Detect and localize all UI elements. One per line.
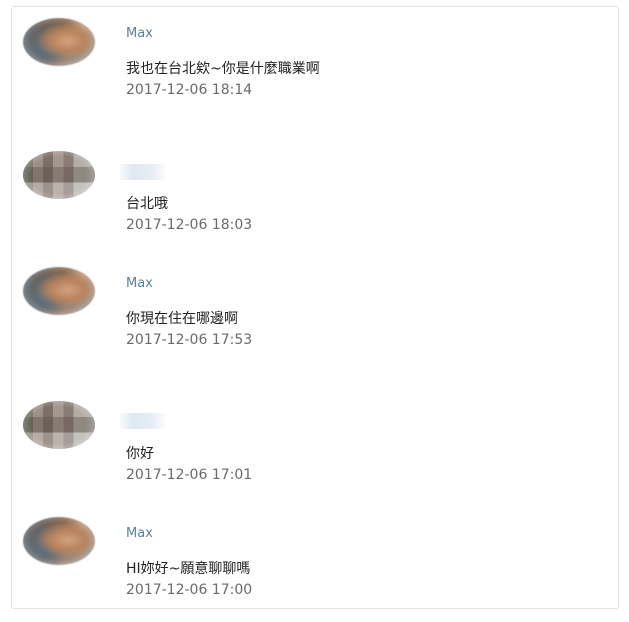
sender-name-redacted — [120, 164, 165, 180]
sender-name-redacted — [120, 413, 165, 429]
message-text: 台北哦 — [126, 196, 168, 212]
avatar[interactable] — [23, 517, 95, 565]
sender-name[interactable]: Max — [126, 276, 153, 291]
avatar[interactable] — [23, 267, 95, 315]
message-timestamp: 2017-12-06 18:14 — [126, 82, 253, 98]
message-item: 你好 2017-12-06 17:01 — [12, 392, 618, 502]
message-timestamp: 2017-12-06 17:00 — [126, 582, 253, 598]
message-item: 台北哦 2017-12-06 18:03 — [12, 142, 618, 252]
message-text: 我也在台北欸~你是什麼職業啊 — [126, 61, 320, 77]
sender-name[interactable]: Max — [126, 26, 153, 41]
message-item: Max 你現在住在哪邊啊 2017-12-06 17:53 — [12, 257, 618, 367]
message-text: HI妳好~願意聊聊嗎 — [126, 561, 251, 577]
avatar[interactable] — [23, 151, 95, 199]
message-item: Max HI妳好~願意聊聊嗎 2017-12-06 17:00 — [12, 507, 618, 617]
message-text: 你現在住在哪邊啊 — [126, 311, 238, 327]
avatar[interactable] — [23, 401, 95, 449]
message-timestamp: 2017-12-06 17:53 — [126, 332, 253, 348]
message-text: 你好 — [126, 446, 154, 462]
message-list: Max 我也在台北欸~你是什麼職業啊 2017-12-06 18:14 台北哦 … — [11, 6, 619, 609]
message-timestamp: 2017-12-06 17:01 — [126, 467, 253, 483]
message-item: Max 我也在台北欸~你是什麼職業啊 2017-12-06 18:14 — [12, 7, 618, 117]
sender-name[interactable]: Max — [126, 526, 153, 541]
message-timestamp: 2017-12-06 18:03 — [126, 217, 253, 233]
avatar[interactable] — [23, 18, 95, 66]
